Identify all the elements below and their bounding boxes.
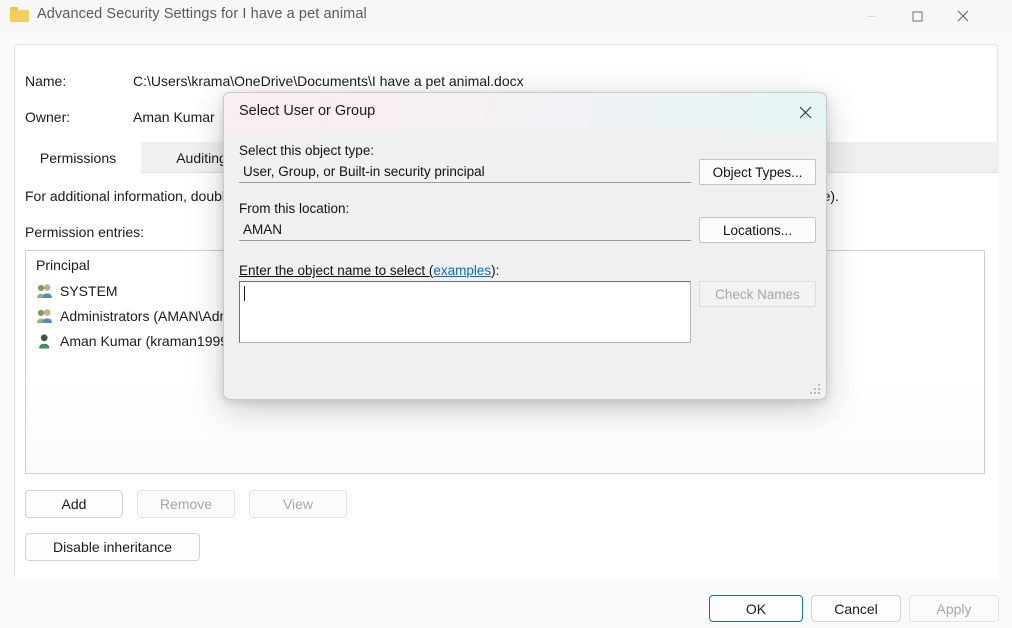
cancel-button-label: Cancel — [834, 600, 878, 617]
name-value: C:\Users\krama\OneDrive\Documents\I have… — [133, 73, 524, 89]
name-label: Name: — [25, 73, 67, 89]
text-caret — [244, 286, 245, 301]
owner-value: Aman Kumar — [133, 109, 215, 125]
object-name-label-suffix: ): — [491, 263, 500, 278]
object-types-button[interactable]: Object Types... — [699, 159, 816, 185]
owner-label: Owner: — [25, 109, 71, 125]
dialog-close-button[interactable] — [783, 93, 826, 131]
tab-permissions[interactable]: Permissions — [15, 142, 141, 173]
dialog-title: Select User or Group — [239, 103, 376, 119]
object-name-input[interactable] — [239, 281, 691, 343]
maximize-button[interactable] — [894, 0, 940, 32]
apply-button[interactable]: Apply — [909, 595, 999, 622]
locations-button-label: Locations... — [722, 222, 793, 238]
principal-name: SYSTEM — [60, 282, 118, 299]
object-types-button-label: Object Types... — [712, 164, 803, 180]
object-type-value: User, Group, or Built-in security princi… — [243, 164, 485, 179]
object-name-label-prefix: Enter the object name to select ( — [239, 263, 434, 278]
object-type-field[interactable]: User, Group, or Built-in security princi… — [239, 161, 691, 183]
object-type-label: Select this object type: — [239, 143, 375, 158]
minimize-button[interactable] — [848, 0, 894, 32]
disable-inheritance-button[interactable]: Disable inheritance — [25, 533, 200, 561]
view-button-label: View — [282, 496, 314, 512]
check-names-button[interactable]: Check Names — [699, 281, 816, 307]
locations-button[interactable]: Locations... — [699, 217, 816, 243]
location-value: AMAN — [243, 222, 283, 237]
window-title: Advanced Security Settings for I have a … — [37, 6, 367, 22]
folder-icon — [10, 7, 29, 22]
dialog-body: Select this object type: User, Group, or… — [224, 131, 826, 399]
check-names-button-label: Check Names — [715, 286, 800, 302]
disable-inheritance-label: Disable inheritance — [52, 539, 173, 555]
ok-button[interactable]: OK — [709, 595, 803, 622]
dialog-titlebar: Select User or Group — [224, 93, 826, 131]
app-window: Advanced Security Settings for I have a … — [0, 0, 1012, 628]
close-icon — [799, 106, 812, 118]
window-titlebar: Advanced Security Settings for I have a … — [0, 0, 1012, 32]
close-button[interactable] — [940, 0, 986, 32]
examples-link[interactable]: examples — [433, 263, 491, 278]
permission-entries-label: Permission entries: — [25, 224, 145, 240]
minimize-icon — [866, 15, 876, 17]
apply-button-label: Apply — [936, 600, 972, 617]
close-icon — [957, 10, 969, 22]
add-button[interactable]: Add — [25, 490, 123, 518]
resize-grip[interactable] — [810, 384, 822, 396]
group-icon — [37, 283, 52, 298]
remove-button-label: Remove — [159, 496, 213, 512]
select-user-or-group-dialog: Select User or Group Select this object … — [223, 92, 827, 400]
view-button[interactable]: View — [249, 490, 347, 518]
column-header-principal: Principal — [36, 256, 90, 273]
tab-permissions-label: Permissions — [39, 149, 117, 166]
tab-auditing-label: Auditing — [176, 149, 227, 166]
cancel-button[interactable]: Cancel — [811, 595, 901, 622]
location-label: From this location: — [239, 201, 350, 216]
maximize-icon — [912, 11, 922, 21]
location-field[interactable]: AMAN — [239, 219, 691, 241]
group-icon — [37, 308, 52, 323]
object-name-label: Enter the object name to select (example… — [239, 263, 499, 278]
remove-button[interactable]: Remove — [137, 490, 235, 518]
user-icon — [39, 333, 50, 348]
add-button-label: Add — [61, 496, 87, 512]
ok-button-label: OK — [745, 600, 767, 617]
